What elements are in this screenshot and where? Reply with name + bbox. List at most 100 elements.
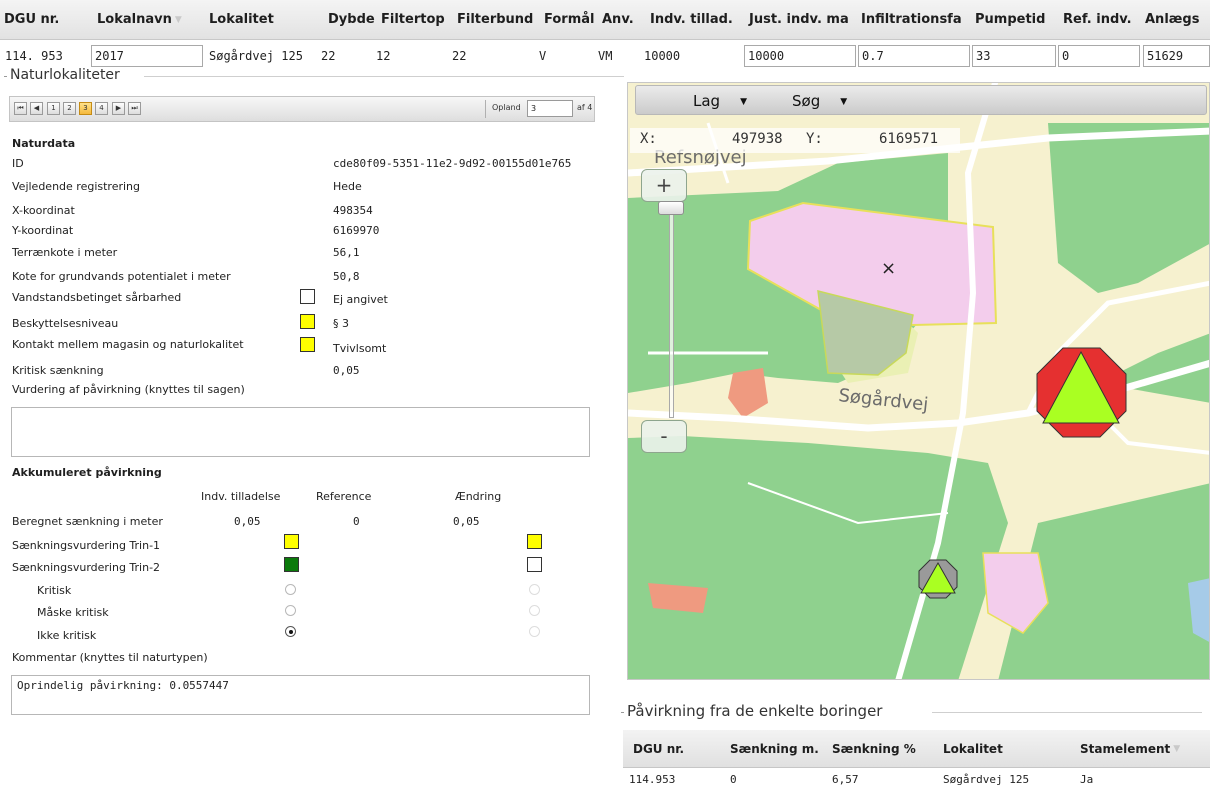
trin2-aendring-swatch: [527, 557, 542, 572]
ref-indv-input[interactable]: 0: [1058, 45, 1140, 67]
map-view[interactable]: Refsnøjvej Søgårdvej × Lag ▼ Søg ▼ X: 4979…: [627, 82, 1210, 680]
col-header-lokalnavn[interactable]: Lokalnavn ▼: [93, 0, 205, 39]
page-button-1[interactable]: 1: [47, 102, 60, 115]
col-header-dgu-nr[interactable]: DGU nr.: [0, 0, 90, 39]
pumpetid-input[interactable]: 33: [972, 45, 1056, 67]
prev-page-icon: ◀: [33, 104, 40, 112]
page-button-3[interactable]: 3: [79, 102, 92, 115]
results-grid-row[interactable]: 114. 953 2017 Søgårdvej 125 22 12 22 V V…: [0, 44, 1210, 68]
page-button-2[interactable]: 2: [63, 102, 76, 115]
id-label: ID: [12, 157, 24, 170]
naturlokaliteter-legend: Naturlokaliteter: [7, 67, 123, 83]
col-header-saenkning-pct[interactable]: Sænkning %: [832, 730, 916, 767]
col-header-filterbund[interactable]: Filterbund: [453, 0, 540, 39]
cell-indv-tillad: 10000: [644, 49, 681, 63]
chevron-down-icon: ▼: [740, 97, 747, 107]
col-header-label: Formål: [544, 12, 595, 27]
kommentar-textarea[interactable]: Oprindelig påvirkning: 0.0557447: [11, 675, 590, 715]
col-header-indv-tillad[interactable]: Indv. tillad.: [646, 0, 745, 39]
col-header-label: DGU nr.: [4, 12, 60, 27]
cell-lokalitet: Søgårdvej 125: [209, 49, 303, 63]
col-header-filtertop[interactable]: Filtertop: [377, 0, 453, 39]
beregnet-indv-value: 0,05: [234, 515, 261, 528]
next-page-button[interactable]: ▶: [112, 102, 125, 115]
col-header-label: Stamelement: [1080, 741, 1171, 756]
col-header-anlaegs[interactable]: Anlægs: [1141, 0, 1210, 39]
vandstand-label: Vandstandsbetinget sårbarhed: [12, 291, 182, 304]
zoom-in-button[interactable]: +: [641, 169, 687, 202]
cell-lokalitet: Søgårdvej 125: [943, 773, 1030, 786]
vurdering-textarea[interactable]: [11, 407, 590, 457]
y-koordinat-label: Y-koordinat: [12, 224, 74, 237]
layers-menu[interactable]: Lag ▼: [693, 92, 747, 110]
col-header-label: Just. indv. ma: [749, 12, 849, 27]
col-header-label: Lokalnavn: [97, 12, 172, 27]
prev-page-button[interactable]: ◀: [30, 102, 43, 115]
zoom-slider-handle[interactable]: [658, 201, 684, 215]
opland-input[interactable]: 3: [527, 100, 573, 117]
option-ikke-kritisk-label: Ikke kritisk: [37, 629, 97, 642]
toolbar-separator: [485, 100, 486, 118]
lokalnavn-input[interactable]: 2017: [91, 45, 203, 67]
well-marker-small[interactable]: [918, 559, 958, 599]
cell-filterbund: 22: [452, 49, 467, 63]
beregnet-label: Beregnet sænkning i meter: [12, 515, 163, 528]
col-indv-tilladelse: Indv. tilladelse: [201, 490, 281, 503]
col-header-lokalitet[interactable]: Lokalitet: [943, 730, 1003, 767]
boringer-table-row[interactable]: 114.953 0 6,57 Søgårdvej 125 Ja: [623, 770, 1210, 789]
beregnet-reference-value: 0: [353, 515, 360, 528]
terraenkote-value: 56,1: [333, 246, 360, 259]
last-page-button[interactable]: ⏭: [128, 102, 141, 115]
col-header-label: Ref. indv.: [1063, 12, 1132, 27]
ikke-kritisk-aendring-radio: [529, 626, 540, 637]
col-header-stamelement[interactable]: Stamelement ▼: [1080, 730, 1180, 767]
kritisk-saenkning-label: Kritisk sænkning: [12, 364, 104, 377]
chevron-down-icon: ▼: [840, 97, 848, 107]
x-label: X:: [640, 131, 657, 147]
ikke-kritisk-indv-radio[interactable]: [285, 626, 296, 637]
opland-label: Opland: [492, 103, 521, 112]
cell-saenkning-m: 0: [730, 773, 737, 786]
akkumuleret-heading: Akkumuleret påvirkning: [12, 466, 162, 479]
col-header-formaal[interactable]: Formål: [540, 0, 598, 39]
maaske-kritisk-indv-radio[interactable]: [285, 605, 296, 616]
trin2-label: Sænkningsvurdering Trin-2: [12, 561, 161, 574]
col-header-saenkning-m[interactable]: Sænkning m.: [730, 730, 819, 767]
sort-arrow-icon: ▼: [174, 14, 182, 25]
kritisk-indv-radio[interactable]: [285, 584, 296, 595]
zoom-out-button[interactable]: -: [641, 420, 687, 453]
first-page-button[interactable]: ⏮: [14, 102, 27, 115]
col-header-infiltrationsfa[interactable]: Infiltrationsfa: [857, 0, 974, 39]
page-count-label: af 4: [577, 103, 593, 112]
col-header-anv[interactable]: Anv.: [598, 0, 646, 39]
col-reference: Reference: [316, 490, 372, 503]
map-canvas[interactable]: Refsnøjvej Søgårdvej ×: [628, 83, 1210, 680]
col-header-dybde[interactable]: Dybde: [324, 0, 377, 39]
col-header-dgu-nr[interactable]: DGU nr.: [633, 730, 684, 767]
boringer-legend: Påvirkning fra de enkelte boringer: [624, 702, 886, 720]
anlaegs-input[interactable]: 51629: [1143, 45, 1210, 67]
maaske-kritisk-aendring-radio: [529, 605, 540, 616]
y-koordinat-value: 6169970: [333, 224, 380, 237]
option-kritisk-label: Kritisk: [37, 584, 72, 597]
trin1-aendring-swatch: [527, 534, 542, 549]
page-button-4[interactable]: 4: [95, 102, 108, 115]
page-toolbar: ⏮ ◀ 1 2 3 4 ▶ ⏭ Opland 3 af 4: [9, 96, 595, 122]
well-marker-large[interactable]: [1036, 347, 1127, 438]
col-header-ref-indv[interactable]: Ref. indv.: [1059, 0, 1141, 39]
col-header-just-indv-ma[interactable]: Just. indv. ma: [745, 0, 857, 39]
last-page-icon: ⏭: [131, 104, 138, 112]
zoom-slider-track[interactable]: [669, 208, 674, 418]
cell-stamelement: Ja: [1080, 773, 1094, 786]
first-page-icon: ⏮: [17, 104, 24, 112]
infiltrationsfaktor-input[interactable]: 0.7: [858, 45, 970, 67]
fieldset-border: [144, 76, 624, 77]
col-header-pumpetid[interactable]: Pumpetid: [971, 0, 1059, 39]
trin1-indv-swatch: [284, 534, 299, 549]
beregnet-aendring-value: 0,05: [453, 515, 480, 528]
just-indv-input[interactable]: 10000: [744, 45, 856, 67]
col-header-lokalitet[interactable]: Lokalitet: [205, 0, 327, 39]
registrering-value: Hede: [333, 180, 362, 193]
grundvandskote-value: 50,8: [333, 270, 360, 283]
search-menu[interactable]: Søg ▼: [792, 92, 847, 110]
